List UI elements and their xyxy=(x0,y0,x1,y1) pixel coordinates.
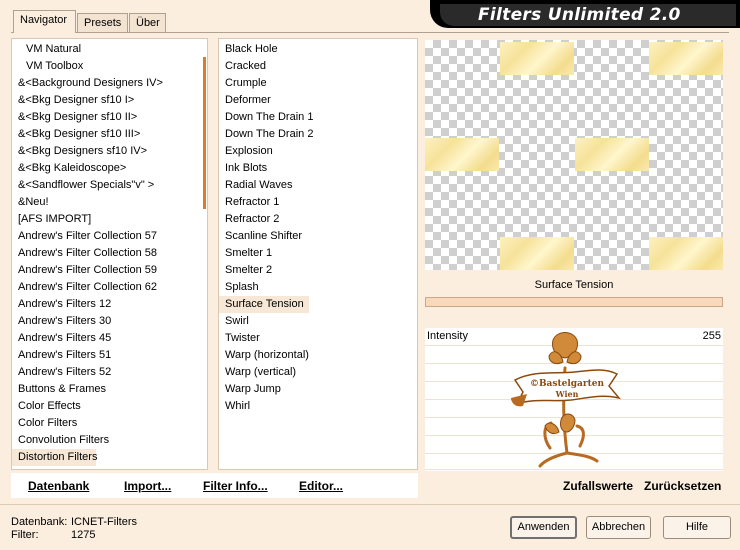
category-item[interactable]: VM Natural xyxy=(12,41,197,58)
watermark-text-line2: Wien xyxy=(555,389,579,399)
tab-ueber[interactable]: Über xyxy=(129,13,166,32)
category-item[interactable]: &Neu! xyxy=(12,194,197,211)
tab-presets[interactable]: Presets xyxy=(77,13,128,32)
category-item[interactable]: Andrew's Filters 45 xyxy=(12,330,197,347)
category-item[interactable]: &<Bkg Designers sf10 IV> xyxy=(12,143,197,160)
category-item[interactable]: Color Filters xyxy=(12,415,197,432)
filter-item[interactable]: Whirl xyxy=(219,398,315,415)
preview-tile xyxy=(649,237,723,270)
apply-button[interactable]: Anwenden xyxy=(510,516,577,539)
tab-navigator-label: Navigator xyxy=(20,14,68,26)
filter-item[interactable]: Warp Jump xyxy=(219,381,315,398)
parameter-panel: Intensity 255 ©Bastelgarten Wien xyxy=(425,328,723,471)
category-item[interactable]: &<Bkg Designer sf10 III> xyxy=(12,126,197,143)
info-filter-value: 1275 xyxy=(71,529,96,541)
category-item[interactable]: Color Effects xyxy=(12,398,197,415)
preview-tile xyxy=(500,42,574,75)
category-item[interactable]: Convolution Filters xyxy=(12,432,197,449)
category-item[interactable]: &<Bkg Designer sf10 II> xyxy=(12,109,197,126)
footer-separator xyxy=(0,504,740,505)
preview-tile xyxy=(575,138,649,171)
watermark-flower-logo: ©Bastelgarten Wien xyxy=(511,332,621,468)
filter-info-button[interactable]: Filter Info... xyxy=(203,479,268,493)
filter-item[interactable]: Radial Waves xyxy=(219,177,315,194)
category-item[interactable]: &<Bkg Kaleidoscope> xyxy=(12,160,197,177)
info-database-label: Datenbank: xyxy=(11,516,68,528)
filter-list-items: Black Hole Cracked Crumple Deformer Down The… xyxy=(219,41,315,415)
category-item[interactable]: Andrew's Filters 12 xyxy=(12,296,197,313)
category-item[interactable]: Andrew's Filters 52 xyxy=(12,364,197,381)
filter-item[interactable]: Cracked xyxy=(219,58,315,75)
category-item[interactable]: [AFS IMPORT] xyxy=(12,211,197,228)
selected-filter-name: Surface Tension xyxy=(534,279,614,291)
category-item[interactable]: Andrew's Filters 30 xyxy=(12,313,197,330)
random-values-button[interactable]: Zufallswerte xyxy=(563,479,633,493)
category-item[interactable]: Andrew's Filter Collection 59 xyxy=(12,262,197,279)
filter-item[interactable]: Smelter 1 xyxy=(219,245,315,262)
param-value[interactable]: 255 xyxy=(703,330,721,342)
filter-item[interactable]: Explosion xyxy=(219,143,315,160)
filter-item[interactable]: Warp (vertical) xyxy=(219,364,315,381)
filter-item[interactable]: Scanline Shifter xyxy=(219,228,315,245)
filter-item[interactable]: Surface Tension xyxy=(219,296,309,313)
category-item[interactable]: Andrew's Filter Collection 62 xyxy=(12,279,197,296)
category-item[interactable]: &<Background Designers IV> xyxy=(12,75,197,92)
category-item[interactable]: &<Bkg Designer sf10 I> xyxy=(12,92,197,109)
category-item[interactable]: Andrew's Filter Collection 58 xyxy=(12,245,197,262)
filter-item[interactable]: Twister xyxy=(219,330,315,347)
info-database-value: ICNET-Filters xyxy=(71,516,137,528)
filter-item[interactable]: Ink Blots xyxy=(219,160,315,177)
tab-divider xyxy=(11,32,729,33)
filter-item[interactable]: Down The Drain 1 xyxy=(219,109,315,126)
preview-tile xyxy=(500,237,574,270)
category-list[interactable]: VM Natural VM Toolbox &<Background Designe… xyxy=(11,38,208,470)
preview-tile xyxy=(649,42,723,75)
filter-item[interactable]: Black Hole xyxy=(219,41,315,58)
category-scrollbar-thumb[interactable] xyxy=(203,57,206,209)
filter-item[interactable]: Deformer xyxy=(219,92,315,109)
tab-presets-label: Presets xyxy=(84,17,122,29)
help-button[interactable]: Hilfe xyxy=(663,516,731,539)
category-item[interactable]: Andrew's Filter Collection 57 xyxy=(12,228,197,245)
param-row-line xyxy=(425,469,723,470)
preview-zoom-slider[interactable] xyxy=(425,297,723,307)
app-title: Filters Unlimited 2.0 xyxy=(478,5,681,25)
filter-item[interactable]: Smelter 2 xyxy=(219,262,315,279)
filter-item[interactable]: Refractor 2 xyxy=(219,211,315,228)
tab-navigator[interactable]: Navigator xyxy=(13,10,76,33)
filter-item[interactable]: Refractor 1 xyxy=(219,194,315,211)
tab-ueber-label: Über xyxy=(136,17,160,29)
param-label: Intensity xyxy=(427,330,468,342)
watermark-text-line1: ©Bastelgarten xyxy=(530,379,605,389)
category-item[interactable]: Andrew's Filters 51 xyxy=(12,347,197,364)
category-item[interactable]: VM Toolbox xyxy=(12,58,197,75)
cancel-button[interactable]: Abbrechen xyxy=(586,516,651,539)
import-button[interactable]: Import... xyxy=(124,479,171,493)
filter-item[interactable]: Crumple xyxy=(219,75,315,92)
filter-list[interactable]: Black Hole Cracked Crumple Deformer Down The… xyxy=(218,38,418,470)
database-button[interactable]: Datenbank xyxy=(28,479,89,493)
category-list-items: VM Natural VM Toolbox &<Background Designe… xyxy=(12,41,197,466)
editor-button[interactable]: Editor... xyxy=(299,479,343,493)
filter-item[interactable]: Warp (horizontal) xyxy=(219,347,315,364)
filter-item[interactable]: Down The Drain 2 xyxy=(219,126,315,143)
preview-tile xyxy=(425,138,499,171)
reset-button[interactable]: Zurücksetzen xyxy=(644,479,721,493)
filter-item[interactable]: Splash xyxy=(219,279,315,296)
info-filter-label: Filter: xyxy=(11,529,39,541)
preview-area[interactable] xyxy=(425,40,723,270)
category-item[interactable]: &<Sandflower Specials"v" > xyxy=(12,177,197,194)
category-item[interactable]: Distortion Filters xyxy=(12,449,97,466)
filter-item[interactable]: Swirl xyxy=(219,313,315,330)
category-item[interactable]: Buttons & Frames xyxy=(12,381,197,398)
